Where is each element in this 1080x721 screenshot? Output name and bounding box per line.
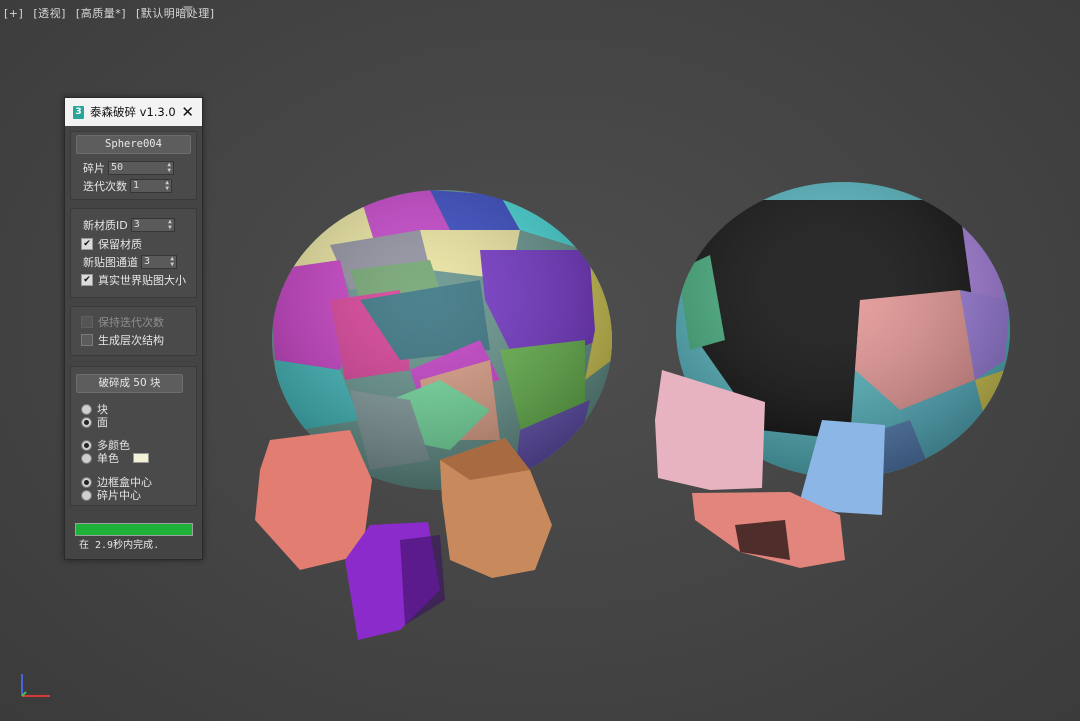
radio-face-row[interactable]: 面 [81,414,108,430]
fragments-value: 50 [111,162,124,173]
radio-single-color-row[interactable]: 单色 [81,450,149,466]
new-material-id-label: 新材质ID [83,219,128,232]
axis-tripod-icon [21,674,50,697]
iterations-value: 1 [133,180,140,191]
radio-fragment-center[interactable] [81,489,92,501]
voronoi-fracture-panel: 3 泰森破碎 v1.3.0 ✕ Sphere004 碎片 50 ▲ ▼ 迭代次数 … [64,97,203,560]
keep-material-label: 保留材质 [98,238,142,251]
keep-material-row[interactable]: ✔ 保留材质 [81,236,142,252]
keep-iterations-row[interactable]: 保持迭代次数 [81,314,164,330]
spinner-arrows-icon[interactable]: ▲ ▼ [168,219,172,231]
radio-single-color-label: 单色 [97,452,119,465]
keep-iterations-checkbox[interactable] [81,316,93,328]
fragments-spinner[interactable]: 50 ▲ ▼ [108,161,174,175]
object-pick-button[interactable]: Sphere004 [76,135,191,154]
new-material-id-spinner[interactable]: 3 ▲ ▼ [130,218,175,232]
close-icon[interactable]: ✕ [181,103,194,121]
new-map-channel-label: 新贴图通道 [83,256,138,269]
fracture-button[interactable]: 破碎成 50 块 [76,374,183,393]
hierarchy-settings-group: 保持迭代次数 生成层次结构 [70,306,197,356]
spinner-arrows-icon[interactable]: ▲ ▼ [167,162,171,174]
panel-titlebar[interactable]: 3 泰森破碎 v1.3.0 ✕ [65,98,202,126]
radio-face[interactable] [81,416,92,428]
radio-fragment-center-label: 碎片中心 [97,489,141,502]
iterations-label: 迭代次数 [83,180,127,193]
real-world-map-label: 真实世界贴图大小 [98,274,186,287]
real-world-map-checkbox[interactable]: ✔ [81,274,93,286]
radio-single-color[interactable] [81,452,92,464]
iterations-row: 迭代次数 1 ▲ ▼ [83,178,172,194]
keep-material-checkbox[interactable]: ✔ [81,238,93,250]
radio-bbox-center[interactable] [81,476,92,488]
generate-hierarchy-checkbox[interactable] [81,334,93,346]
single-color-swatch[interactable] [133,453,149,463]
iterations-spinner[interactable]: 1 ▲ ▼ [130,179,172,193]
fracture-settings-group: Sphere004 碎片 50 ▲ ▼ 迭代次数 1 ▲ ▼ [70,131,197,200]
keep-iterations-label: 保持迭代次数 [98,316,164,329]
generate-hierarchy-row[interactable]: 生成层次结构 [81,332,164,348]
app-icon: 3 [73,105,84,119]
fragments-row: 碎片 50 ▲ ▼ [83,160,174,176]
material-settings-group: 新材质ID 3 ▲ ▼ ✔ 保留材质 新贴图通道 3 ▲ ▼ ✔ 真实世界贴图大小 [70,208,197,298]
spinner-arrows-icon[interactable]: ▲ ▼ [170,256,174,268]
new-map-channel-spinner[interactable]: 3 ▲ ▼ [141,255,177,269]
fracture-action-group: 破碎成 50 块 块 面 多颜色 单色 边框盒中心 碎片中心 [70,366,197,506]
spinner-arrows-icon[interactable]: ▲ ▼ [165,180,169,192]
radio-multicolor[interactable] [81,439,92,451]
panel-title: 泰森破碎 v1.3.0 [90,105,176,119]
new-map-channel-value: 3 [144,256,151,267]
radio-block[interactable] [81,403,92,415]
progress-bar [75,523,193,536]
generate-hierarchy-label: 生成层次结构 [98,334,164,347]
new-material-id-value: 3 [133,219,140,230]
radio-face-label: 面 [97,416,108,429]
fragment-purple[interactable] [345,522,445,640]
real-world-map-row[interactable]: ✔ 真实世界贴图大小 [81,272,186,288]
new-map-channel-row: 新贴图通道 3 ▲ ▼ [83,254,177,270]
status-text: 在 2.9秒内完成. [79,540,160,551]
fragments-label: 碎片 [83,162,105,175]
new-material-id-row: 新材质ID 3 ▲ ▼ [83,217,175,233]
radio-fragment-center-row[interactable]: 碎片中心 [81,487,141,503]
